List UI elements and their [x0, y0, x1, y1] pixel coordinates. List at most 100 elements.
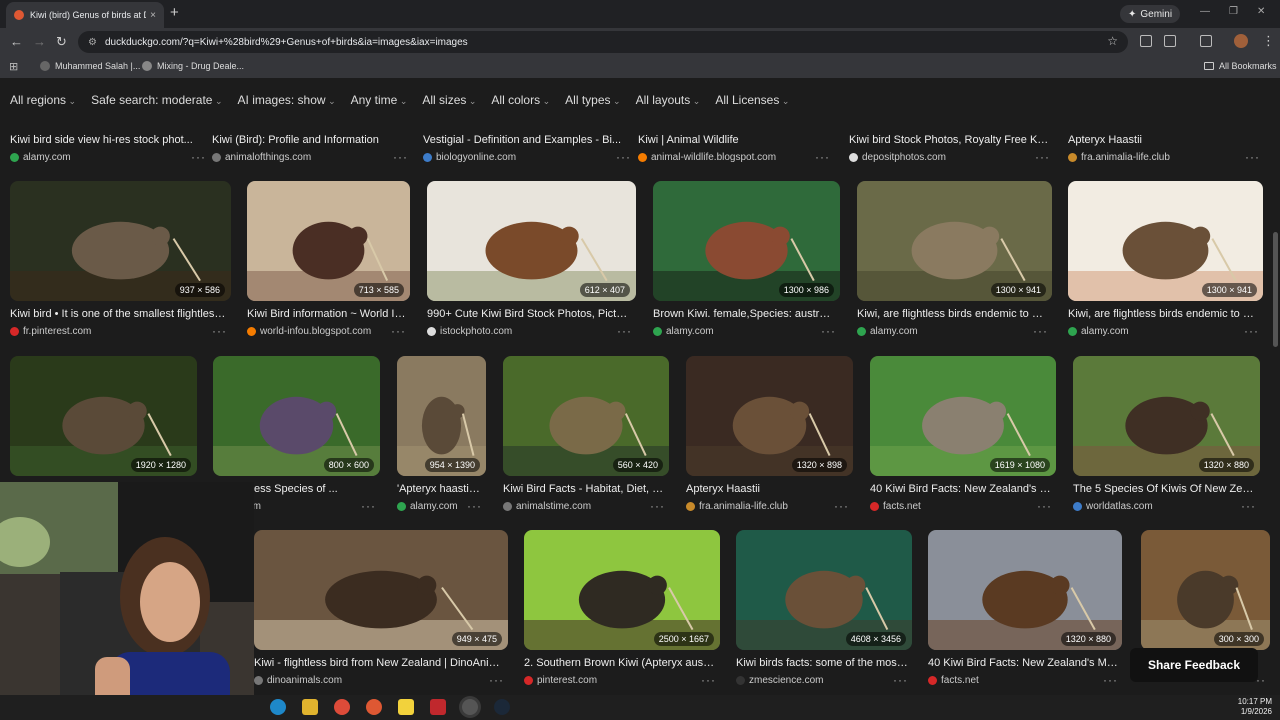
- image-result-card[interactable]: 4608 × 3456 Kiwi birds facts: some of the…: [736, 530, 912, 689]
- image-result-card[interactable]: Kiwi bird side view hi-res stock phot...…: [10, 122, 210, 166]
- split-view-icon[interactable]: [1200, 35, 1212, 47]
- result-source[interactable]: worldatlas.com: [1073, 501, 1153, 512]
- result-thumbnail[interactable]: 4608 × 3456: [736, 530, 912, 650]
- result-thumbnail[interactable]: 560 × 420: [503, 356, 669, 476]
- obs-icon[interactable]: [462, 699, 478, 715]
- more-options-icon[interactable]: ···: [1037, 499, 1052, 513]
- filter-license[interactable]: All Licenses: [715, 93, 789, 107]
- result-source[interactable]: zmescience.com: [736, 675, 823, 686]
- result-thumbnail[interactable]: 937 × 586: [10, 181, 231, 301]
- more-options-icon[interactable]: ···: [815, 150, 830, 164]
- result-title[interactable]: Apteryx Haastii: [1068, 134, 1260, 146]
- result-thumbnail[interactable]: 1300 × 986: [653, 181, 840, 301]
- more-options-icon[interactable]: ···: [489, 673, 504, 687]
- result-source[interactable]: alamy.com: [1068, 326, 1129, 337]
- close-window-button[interactable]: ✕: [1257, 6, 1265, 17]
- image-result-card[interactable]: 1300 × 941 Kiwi, are flightless birds end…: [1068, 181, 1263, 340]
- result-thumbnail[interactable]: 2500 × 1667: [524, 530, 720, 650]
- close-tab-icon[interactable]: ×: [150, 10, 156, 21]
- share-feedback-button[interactable]: Share Feedback: [1130, 648, 1258, 682]
- menu-kebab-icon[interactable]: ⋮: [1262, 33, 1275, 49]
- result-thumbnail[interactable]: 949 × 475: [254, 530, 508, 650]
- result-title[interactable]: Kiwi bird side view hi-res stock phot...: [10, 134, 206, 146]
- result-thumbnail[interactable]: 1320 × 880: [928, 530, 1122, 650]
- result-title[interactable]: Kiwi | Animal Wildlife: [638, 134, 830, 146]
- result-thumbnail[interactable]: 300 × 300: [1141, 530, 1270, 650]
- edge-icon[interactable]: [270, 699, 286, 715]
- image-result-card[interactable]: Vestigial - Definition and Examples - Bi…: [423, 122, 635, 166]
- image-result-card[interactable]: 560 × 420 Kiwi Bird Facts - Habitat, Diet…: [503, 356, 669, 515]
- filter-type[interactable]: All types: [565, 93, 620, 107]
- image-result-card[interactable]: Kiwi | Animal Wildlife animal-wildlife.b…: [638, 122, 834, 166]
- result-source[interactable]: fr.pinterest.com: [10, 326, 91, 337]
- apps-grid-icon[interactable]: ⊞: [9, 60, 18, 73]
- result-source[interactable]: animal-wildlife.blogspot.com: [638, 152, 776, 163]
- filter-ai-images[interactable]: AI images: show: [238, 93, 336, 107]
- filter-time[interactable]: Any time: [351, 93, 408, 107]
- result-source[interactable]: animalofthings.com: [212, 152, 311, 163]
- result-thumbnail[interactable]: 1300 × 941: [857, 181, 1052, 301]
- result-title[interactable]: Kiwi bird • It is one of the smallest fl…: [10, 308, 227, 320]
- result-thumbnail[interactable]: 1320 × 898: [686, 356, 853, 476]
- result-source[interactable]: alamy.com: [653, 326, 714, 337]
- result-title[interactable]: Kiwi birds facts: some of the most ...: [736, 657, 908, 669]
- more-options-icon[interactable]: ···: [1103, 673, 1118, 687]
- result-title[interactable]: Kiwi bird Stock Photos, Royalty Free Kiw…: [849, 134, 1050, 146]
- address-bar[interactable]: ⚙ duckduckgo.com/?q=Kiwi+%28bird%29+Genu…: [78, 31, 1128, 53]
- image-result-card[interactable]: 1619 × 1080 40 Kiwi Bird Facts: New Zeala…: [870, 356, 1056, 515]
- result-source[interactable]: fra.animalia-life.club: [1068, 152, 1170, 163]
- image-result-card[interactable]: Kiwi (Bird): Profile and Information ani…: [212, 122, 412, 166]
- file-explorer-icon[interactable]: [302, 699, 318, 715]
- new-tab-button[interactable]: +: [170, 4, 179, 21]
- image-result-card[interactable]: 954 × 1390 'Apteryx haastii,' ... alamy.c…: [397, 356, 486, 515]
- forward-button[interactable]: →: [33, 34, 46, 49]
- result-thumbnail[interactable]: 1320 × 880: [1073, 356, 1260, 476]
- more-options-icon[interactable]: ···: [1241, 499, 1256, 513]
- browser-tab[interactable]: Kiwi (bird) Genus of birds at DuckDuckGo…: [6, 2, 164, 28]
- app-icon[interactable]: [430, 699, 446, 715]
- filter-color[interactable]: All colors: [491, 93, 550, 107]
- extension-icon[interactable]: [1140, 35, 1152, 47]
- result-source[interactable]: depositphotos.com: [849, 152, 946, 163]
- filter-region[interactable]: All regions: [10, 93, 76, 107]
- filter-size[interactable]: All sizes: [422, 93, 476, 107]
- more-options-icon[interactable]: ···: [834, 499, 849, 513]
- image-result-card[interactable]: 1320 × 880 40 Kiwi Bird Facts: New Zealan…: [928, 530, 1122, 689]
- more-options-icon[interactable]: ···: [1244, 324, 1259, 338]
- image-result-card[interactable]: 1320 × 880 The 5 Species Of Kiwis Of New …: [1073, 356, 1260, 515]
- result-title[interactable]: Kiwi Bird Facts - Habitat, Diet, E...: [503, 483, 665, 495]
- result-title[interactable]: Kiwi, are flightless birds endemic to N.…: [857, 308, 1048, 320]
- result-thumbnail[interactable]: 713 × 585: [247, 181, 410, 301]
- result-title[interactable]: Apteryx Haastii: [686, 483, 849, 495]
- result-source[interactable]: animalstime.com: [503, 501, 591, 512]
- result-title[interactable]: 'Apteryx haastii,' ...: [397, 483, 482, 495]
- more-options-icon[interactable]: ···: [893, 673, 908, 687]
- result-thumbnail[interactable]: 1300 × 941: [1068, 181, 1263, 301]
- result-source[interactable]: facts.net: [870, 501, 921, 512]
- result-source[interactable]: pinterest.com: [524, 675, 597, 686]
- image-result-card[interactable]: 1300 × 986 Brown Kiwi. female,Species: au…: [653, 181, 840, 340]
- result-source[interactable]: alamy.com: [857, 326, 918, 337]
- result-thumbnail[interactable]: 1920 × 1280: [10, 356, 197, 476]
- more-options-icon[interactable]: ···: [650, 499, 665, 513]
- reload-button[interactable]: ↻: [56, 34, 67, 50]
- image-result-card[interactable]: Apteryx Haastii fra.animalia-life.club ··…: [1068, 122, 1264, 166]
- image-result-card[interactable]: 2500 × 1667 2. Southern Brown Kiwi (Apter…: [524, 530, 720, 689]
- result-thumbnail[interactable]: 1619 × 1080: [870, 356, 1056, 476]
- all-bookmarks[interactable]: All Bookmarks: [1204, 61, 1277, 71]
- result-title[interactable]: Vestigial - Definition and Examples - Bi…: [423, 134, 631, 146]
- result-thumbnail[interactable]: 800 × 600: [213, 356, 380, 476]
- more-options-icon[interactable]: ···: [1245, 150, 1260, 164]
- more-options-icon[interactable]: ···: [467, 499, 482, 513]
- image-result-card[interactable]: 937 × 586 Kiwi bird • It is one of the sm…: [10, 181, 231, 340]
- result-source[interactable]: alamy.com: [397, 501, 458, 512]
- site-info-icon[interactable]: ⚙: [88, 37, 97, 48]
- more-options-icon[interactable]: ···: [361, 499, 376, 513]
- result-title[interactable]: The 5 Species Of Kiwis Of New Zeala...: [1073, 483, 1256, 495]
- result-source[interactable]: biologyonline.com: [423, 152, 516, 163]
- result-title[interactable]: 40 Kiwi Bird Facts: New Zealand's M...: [870, 483, 1052, 495]
- bookmark-star-icon[interactable]: ☆: [1107, 34, 1118, 48]
- result-source[interactable]: world-infou.blogspot.com: [247, 326, 371, 337]
- result-title[interactable]: Kiwi, are flightless birds endemic to N.…: [1068, 308, 1259, 320]
- result-thumbnail[interactable]: 954 × 1390: [397, 356, 486, 476]
